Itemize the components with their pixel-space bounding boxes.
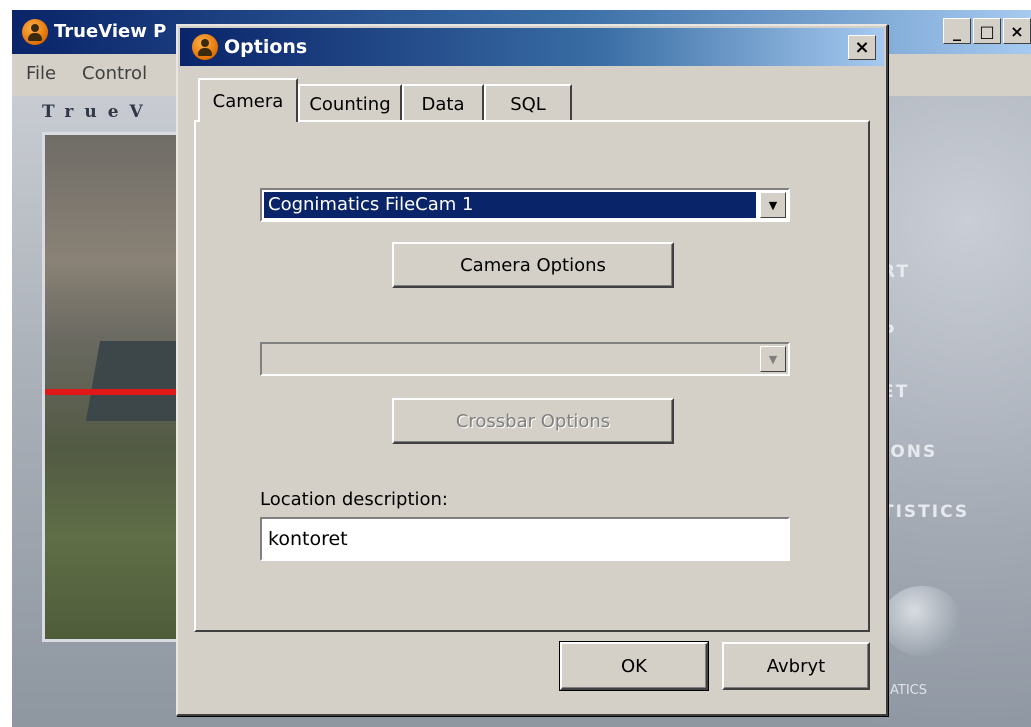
window-controls: _ □ ×	[943, 18, 1031, 44]
tab-sql[interactable]: SQL	[484, 84, 572, 122]
options-button[interactable]: IONS	[882, 442, 937, 462]
knob-decoration	[882, 586, 962, 656]
menu-file[interactable]: File	[26, 63, 56, 84]
tab-counting[interactable]: Counting	[298, 84, 402, 122]
chevron-down-icon[interactable]: ▼	[760, 346, 786, 372]
camera-options-button[interactable]: Camera Options	[392, 242, 674, 288]
minimize-icon[interactable]: _	[943, 18, 971, 44]
ok-button[interactable]: OK	[559, 641, 709, 691]
main-window-title: TrueView P	[54, 21, 167, 42]
footer-logo-text: ATICS	[890, 683, 927, 698]
location-description-input[interactable]	[260, 517, 790, 561]
chevron-down-icon[interactable]: ▼	[760, 192, 786, 218]
dialog-title: Options	[224, 36, 308, 58]
location-description-label: Location description:	[260, 489, 448, 510]
tab-data[interactable]: Data	[402, 84, 484, 122]
camera-select[interactable]: Cognimatics FileCam 1 ▼	[260, 188, 790, 222]
app-icon	[22, 19, 48, 45]
video-object	[85, 341, 191, 421]
close-icon[interactable]: ×	[1003, 18, 1031, 44]
close-icon[interactable]: ×	[848, 35, 876, 60]
menu-control[interactable]: Control	[82, 63, 147, 84]
dialog-title-bar[interactable]: Options ×	[180, 28, 884, 66]
statistics-button[interactable]: TISTICS	[882, 502, 969, 522]
tab-camera[interactable]: Camera	[198, 78, 298, 122]
options-dialog: Options × Camera Counting Data SQL Cogni…	[176, 24, 888, 716]
brand-logo: TrueV	[42, 102, 154, 122]
crossbar-options-button[interactable]: Crossbar Options	[392, 398, 674, 444]
app-icon	[192, 34, 218, 60]
crossbar-select[interactable]: ▼	[260, 342, 790, 376]
maximize-icon[interactable]: □	[973, 18, 1001, 44]
camera-select-value: Cognimatics FileCam 1	[264, 192, 756, 218]
crossbar-select-value	[264, 346, 756, 372]
cancel-button[interactable]: Avbryt	[722, 642, 870, 690]
